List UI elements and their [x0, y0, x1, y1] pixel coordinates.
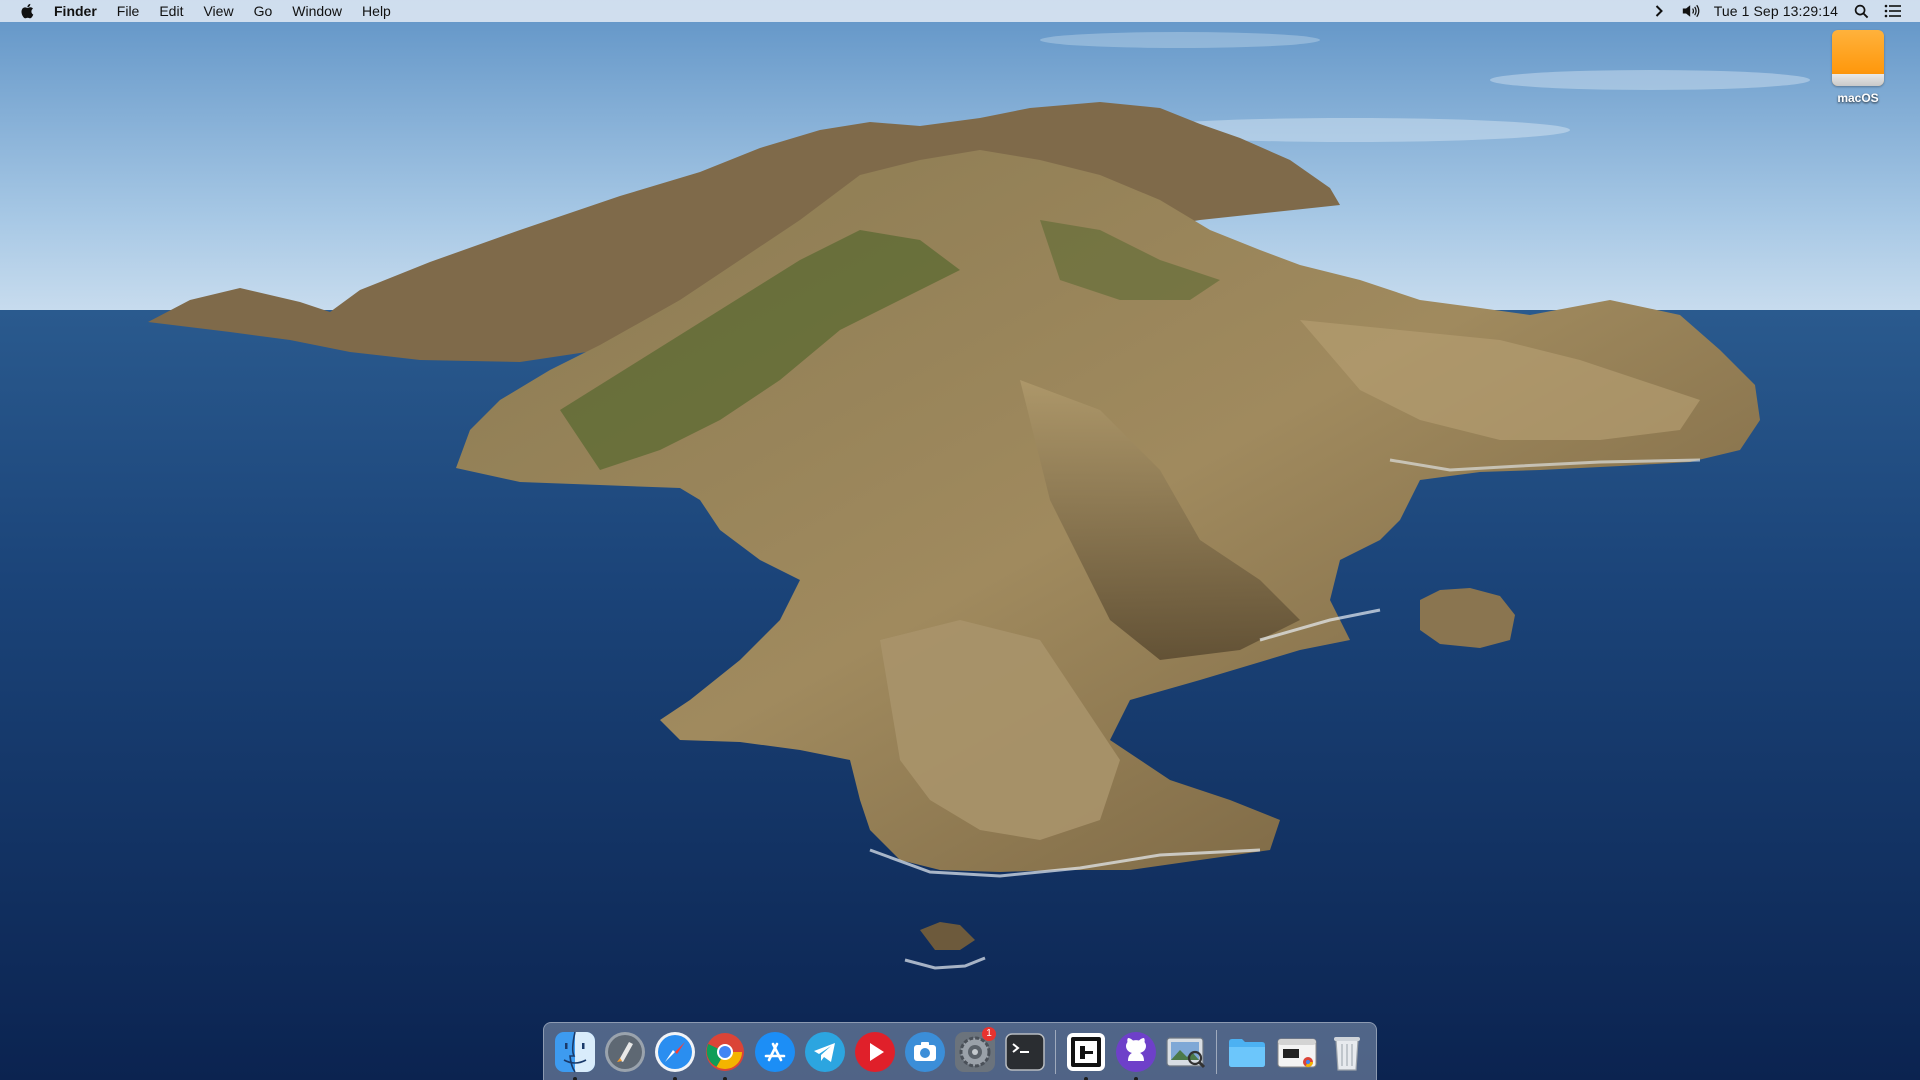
notification-badge: 1: [982, 1026, 996, 1041]
running-indicator: [673, 1076, 677, 1080]
chrome-icon[interactable]: [702, 1029, 748, 1080]
finder-icon[interactable]: [552, 1029, 598, 1080]
safari-icon[interactable]: [652, 1029, 698, 1080]
menu-help[interactable]: Help: [352, 0, 401, 22]
menu-view[interactable]: View: [193, 0, 243, 22]
menu-bar-clock[interactable]: Tue 1 Sep 13:29:14: [1714, 3, 1838, 19]
running-indicator: [1084, 1076, 1088, 1080]
github-desktop-icon[interactable]: [1113, 1029, 1159, 1080]
finder-window-icon[interactable]: [1274, 1029, 1320, 1075]
running-indicator: [723, 1076, 727, 1080]
menu-file[interactable]: File: [107, 0, 150, 22]
wallpaper-image: [0, 0, 1920, 1080]
desktop[interactable]: Finder File Edit View Go Window Help Tue…: [0, 0, 1920, 1080]
app-store-icon[interactable]: [752, 1029, 798, 1075]
code-editor-icon[interactable]: [1063, 1029, 1109, 1080]
dock-separator: [1055, 1029, 1056, 1074]
notification-center-icon[interactable]: [1884, 2, 1902, 20]
hard-drive-icon: [1832, 30, 1884, 86]
terminal-icon[interactable]: [1002, 1029, 1048, 1075]
menu-bar: Finder File Edit View Go Window Help Tue…: [0, 0, 1920, 22]
spotlight-search-icon[interactable]: [1852, 2, 1870, 20]
apple-menu-icon[interactable]: [20, 3, 34, 19]
menu-edit[interactable]: Edit: [149, 0, 193, 22]
preview-icon[interactable]: [1163, 1029, 1209, 1075]
screenshot-icon[interactable]: [902, 1029, 948, 1075]
dock: 1: [543, 1022, 1377, 1080]
drive-label: macOS: [1837, 91, 1879, 105]
launchpad-icon[interactable]: [602, 1029, 648, 1075]
volume-icon[interactable]: [1682, 2, 1700, 20]
menu-app-name[interactable]: Finder: [52, 0, 107, 22]
trash-icon[interactable]: [1324, 1029, 1370, 1075]
system-preferences-icon[interactable]: 1: [952, 1026, 998, 1075]
telegram-icon[interactable]: [802, 1029, 848, 1075]
running-indicator: [1134, 1076, 1138, 1080]
desktop-drive-icon[interactable]: macOS: [1820, 30, 1896, 105]
running-indicator: [573, 1076, 577, 1080]
menu-bar-left: Finder File Edit View Go Window Help: [0, 0, 401, 22]
media-player-icon[interactable]: [852, 1029, 898, 1075]
folder-icon[interactable]: [1224, 1029, 1270, 1075]
dock-separator: [1216, 1029, 1217, 1074]
menu-go[interactable]: Go: [244, 0, 283, 22]
menu-window[interactable]: Window: [282, 0, 352, 22]
menu-bar-status-area: Tue 1 Sep 13:29:14: [1650, 0, 1902, 22]
chevron-right-icon[interactable]: [1650, 2, 1668, 20]
